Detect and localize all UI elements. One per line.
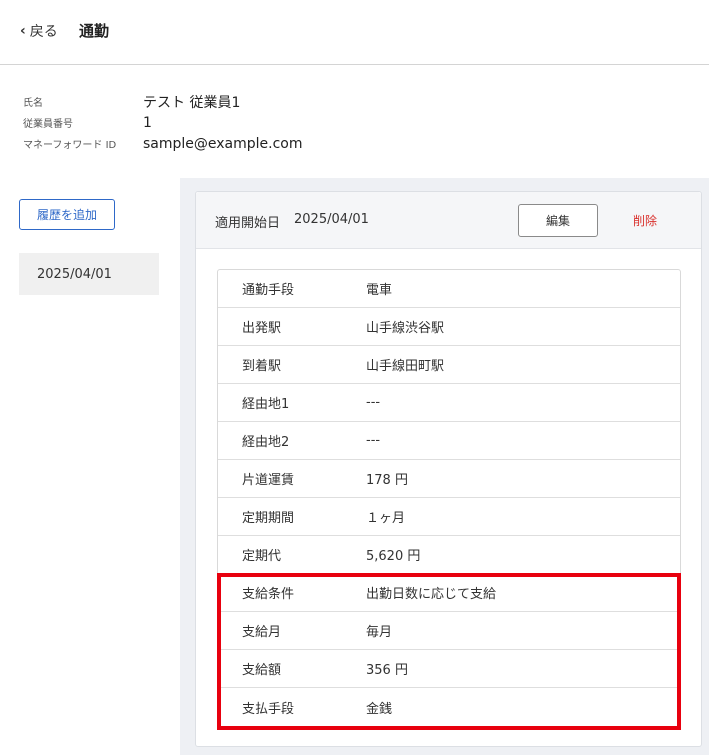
page-title: 通勤 xyxy=(79,22,110,40)
employee-number-row: 従業員番号 1 xyxy=(23,112,303,133)
table-row: 定期代 5,620 円 xyxy=(218,536,680,574)
delete-button[interactable]: 削除 xyxy=(616,212,674,229)
history-item[interactable]: 2025/04/01 xyxy=(19,253,159,295)
employee-number-value: 1 xyxy=(143,114,152,131)
row-label: 経由地1 xyxy=(242,397,290,412)
mf-id-row: マネーフォワード ID sample@example.com xyxy=(23,133,303,154)
row-value: 356 円 xyxy=(366,663,408,678)
row-value: 178 円 xyxy=(366,473,408,488)
row-value: 出勤日数に応じて支給 xyxy=(366,587,497,602)
row-label: 支給額 xyxy=(242,663,282,678)
commute-card: 適用開始日 2025/04/01 編集 削除 通勤手段 電車 出発駅 山手線渋谷駅 … xyxy=(195,191,702,747)
commute-details-table: 通勤手段 電車 出発駅 山手線渋谷駅 到着駅 山手線田町駅 経由地1 --- 経由地2 -… xyxy=(217,269,681,727)
start-date-value: 2025/04/01 xyxy=(294,212,369,227)
row-label: 支給月 xyxy=(242,625,282,640)
edit-button[interactable]: 編集 xyxy=(518,204,598,237)
row-value: --- xyxy=(366,433,381,448)
row-label: 到着駅 xyxy=(242,359,282,374)
add-history-button[interactable]: 履歴を追加 xyxy=(19,199,115,230)
row-value: 山手線渋谷駅 xyxy=(366,321,445,336)
table-row: 通勤手段 電車 xyxy=(218,270,680,308)
table-row: 支給額 356 円 xyxy=(218,650,680,688)
table-row: 支給条件 出勤日数に応じて支給 xyxy=(218,574,680,612)
table-row: 経由地2 --- xyxy=(218,422,680,460)
row-value: 電車 xyxy=(366,283,393,298)
table-row: 経由地1 --- xyxy=(218,384,680,422)
row-value: 5,620 円 xyxy=(366,549,421,564)
employee-name-row: 氏名 テスト 従業員1 xyxy=(23,91,303,112)
table-row: 到着駅 山手線田町駅 xyxy=(218,346,680,384)
row-label: 片道運賃 xyxy=(242,473,295,488)
row-value: 山手線田町駅 xyxy=(366,359,445,374)
back-label: 戻る xyxy=(29,24,58,40)
start-date-label: 適用開始日 xyxy=(215,216,281,231)
row-value: 毎月 xyxy=(366,625,393,640)
row-label: 定期期間 xyxy=(242,511,295,526)
mf-id-value: sample@example.com xyxy=(143,135,303,152)
table-row: 支払手段 金銭 xyxy=(218,688,680,726)
table-row: 片道運賃 178 円 xyxy=(218,460,680,498)
row-label: 支払手段 xyxy=(242,701,295,717)
row-label: 通勤手段 xyxy=(242,283,295,298)
row-value: １ヶ月 xyxy=(366,511,406,526)
employee-name-label: 氏名 xyxy=(23,98,43,109)
back-button[interactable]: ‹ 戻る xyxy=(20,21,58,41)
row-value: --- xyxy=(366,395,381,410)
row-label: 出発駅 xyxy=(242,321,282,336)
chevron-left-icon: ‹ xyxy=(20,23,26,39)
table-row: 出発駅 山手線渋谷駅 xyxy=(218,308,680,346)
employee-name-value: テスト 従業員1 xyxy=(143,94,241,111)
table-row: 定期期間 １ヶ月 xyxy=(218,498,680,536)
table-row: 支給月 毎月 xyxy=(218,612,680,650)
mf-id-label: マネーフォワード ID xyxy=(23,140,117,151)
row-label: 定期代 xyxy=(242,549,282,564)
page-header: ‹ 戻る 通勤 xyxy=(0,0,709,65)
row-label: 支給条件 xyxy=(242,587,295,602)
employee-number-label: 従業員番号 xyxy=(23,119,73,130)
row-label: 経由地2 xyxy=(242,435,290,450)
card-header: 適用開始日 2025/04/01 編集 削除 xyxy=(196,192,701,249)
row-value: 金銭 xyxy=(366,701,393,717)
employee-info: 氏名 テスト 従業員1 従業員番号 1 マネーフォワード ID sample@e… xyxy=(23,91,303,154)
